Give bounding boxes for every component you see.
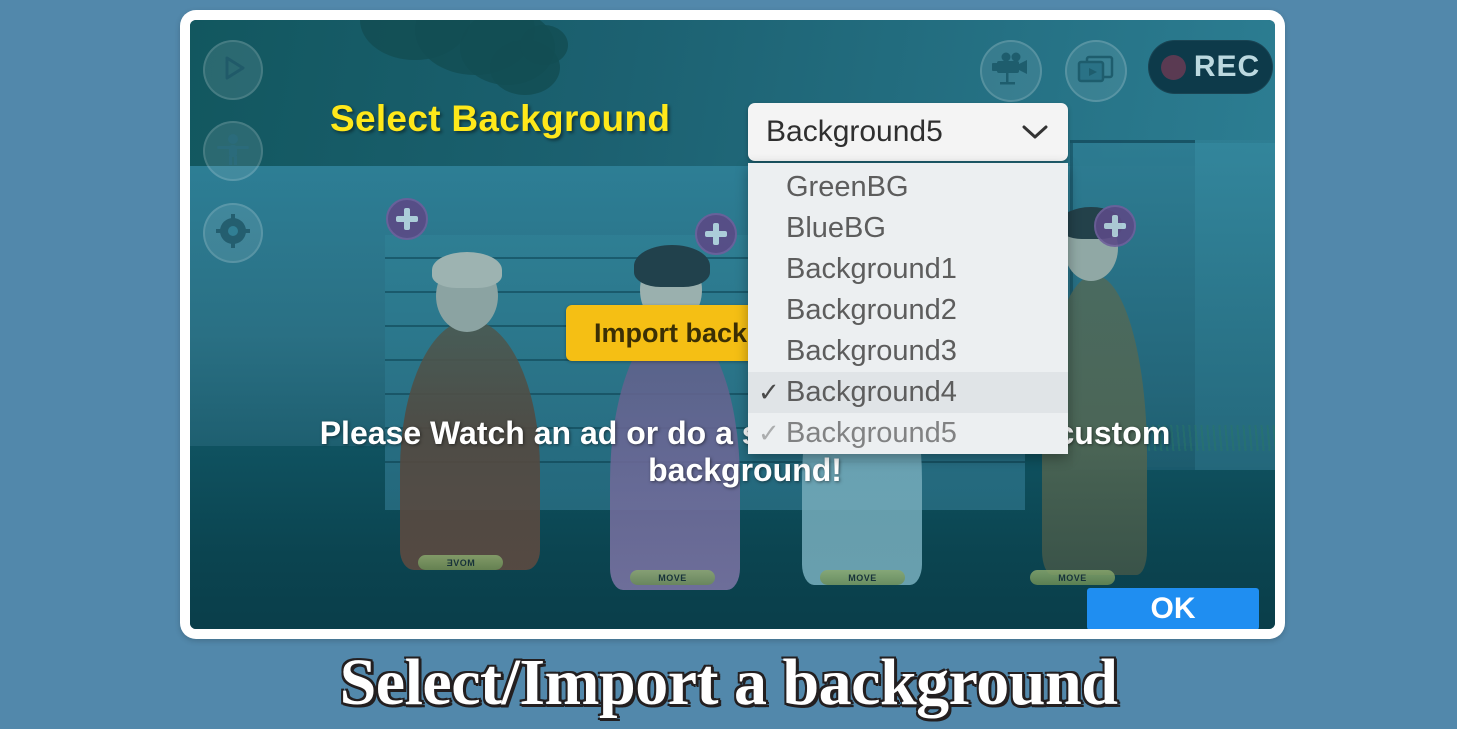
move-handle-4[interactable]: MOVE <box>1030 570 1115 585</box>
background-option-label: Background5 <box>786 417 957 449</box>
play-icon <box>217 52 249 89</box>
background-select-value: Background5 <box>766 115 943 148</box>
record-dot-icon <box>1160 54 1186 80</box>
background-option-label: Background1 <box>786 253 957 285</box>
movie-camera-icon <box>992 52 1030 91</box>
background-option-background1[interactable]: Background1 <box>748 249 1068 290</box>
add-character-plus-icon[interactable] <box>695 213 737 255</box>
background-select-trigger[interactable]: Background5 <box>748 103 1068 161</box>
background-option-background2[interactable]: Background2 <box>748 290 1068 331</box>
background-option-label: Background3 <box>786 335 957 367</box>
character-hair <box>432 252 502 288</box>
move-label: MOVE <box>1058 572 1087 583</box>
record-label: REC <box>1193 50 1261 83</box>
add-character-plus-icon[interactable] <box>386 198 428 240</box>
background-select: Background5 GreenBG BlueBG Background1 Back… <box>748 103 1068 454</box>
device-frame: MOVE MOVE MOVE MOVE REC Select Backgroun… <box>180 10 1285 639</box>
move-label: MOVE <box>446 557 475 568</box>
background-option-background3[interactable]: Background3 <box>748 331 1068 372</box>
character-icon <box>216 132 250 171</box>
checkmark-icon: ✓ <box>758 418 780 448</box>
background-option-bluebg[interactable]: BlueBG <box>748 208 1068 249</box>
sidebar-item-settings[interactable] <box>203 203 263 263</box>
sidebar-item-character[interactable] <box>203 121 263 181</box>
move-handle-1[interactable]: MOVE <box>418 555 503 570</box>
game-screen: MOVE MOVE MOVE MOVE REC Select Backgroun… <box>190 20 1275 629</box>
background-option-label: GreenBG <box>786 171 909 203</box>
movie-camera-button[interactable] <box>980 40 1042 102</box>
move-handle-3[interactable]: MOVE <box>820 570 905 585</box>
character-hair <box>634 245 710 287</box>
record-button[interactable]: REC <box>1148 40 1273 94</box>
character-1[interactable] <box>388 250 553 570</box>
frames-button[interactable] <box>1065 40 1127 102</box>
move-label: MOVE <box>848 572 877 583</box>
background-option-background5[interactable]: ✓ Background5 <box>748 413 1068 454</box>
tree-silhouette <box>520 25 568 65</box>
background-option-label: Background4 <box>786 376 957 408</box>
chevron-down-icon <box>1020 122 1050 142</box>
checkmark-icon: ✓ <box>758 377 780 407</box>
background-option-label: Background2 <box>786 294 957 326</box>
ad-notice-text: Please Watch an ad or do a servey to imp… <box>319 415 1171 488</box>
background-option-greenbg[interactable]: GreenBG <box>748 167 1068 208</box>
move-label: MOVE <box>658 572 687 583</box>
ok-button[interactable]: OK <box>1087 588 1259 629</box>
background-option-background4[interactable]: ✓ Background4 <box>748 372 1068 413</box>
sidebar-item-play[interactable] <box>203 40 263 100</box>
background-select-options: GreenBG BlueBG Background1 Background2 Backg… <box>748 163 1068 454</box>
add-character-plus-icon[interactable] <box>1094 205 1136 247</box>
background-option-label: BlueBG <box>786 212 886 244</box>
frames-icon <box>1077 54 1115 89</box>
settings-gear-icon <box>216 213 250 253</box>
move-handle-2[interactable]: MOVE <box>630 570 715 585</box>
page-root: MOVE MOVE MOVE MOVE REC Select Backgroun… <box>0 0 1457 729</box>
caption-text: Select/Import a background <box>339 646 1118 719</box>
page-title: Select Background <box>330 98 671 139</box>
